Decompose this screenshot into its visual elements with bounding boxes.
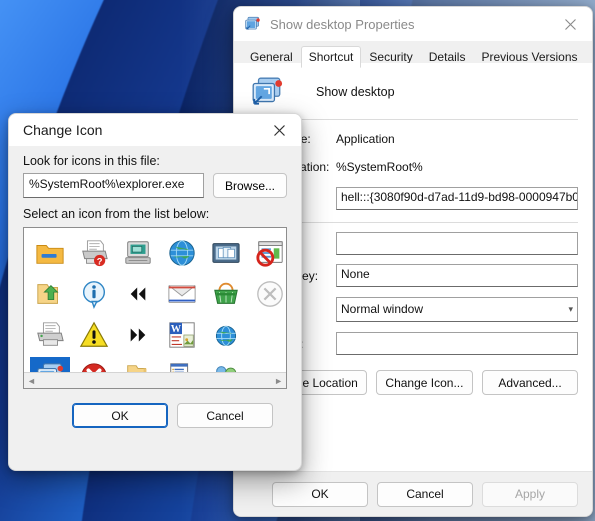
icon-cell-globe[interactable] [162,234,202,272]
window-blocked-icon [255,238,285,268]
icon-cell-display-photo[interactable] [206,234,246,272]
warning-triangle-icon [79,320,109,350]
icon-cell-warning-triangle[interactable] [74,316,114,354]
icon-cell-computer[interactable] [118,234,158,272]
apply-button: Apply [482,481,578,507]
icon-cell-folder[interactable] [30,234,70,272]
folder-icon [35,238,65,268]
icon-cell-double-arrow-right[interactable] [118,316,158,354]
icon-cell-window-blocked[interactable] [250,234,286,272]
double-arrow-left-icon [125,281,151,307]
advanced-button[interactable]: Advanced... [482,370,578,395]
target-input[interactable]: hell:::{3080f90d-d7ad-11d9-bd98-0000947b… [336,187,578,210]
change-icon-titlebar: Change Icon [9,114,301,146]
icon-cell-printer-question[interactable]: ? [74,234,114,272]
printer-icon [35,320,65,350]
shortcut-key-input[interactable]: None [336,264,578,287]
folder-open-arrow-icon [35,279,65,309]
globe-small-icon [212,321,240,349]
circle-x-icon [255,279,285,309]
icon-cell-empty [250,316,286,354]
icon-cell-folder-open-arrow[interactable] [30,275,70,313]
icon-cell-double-arrow-left[interactable] [118,275,158,313]
show-desktop-icon [244,15,262,33]
browse-button[interactable]: Browse... [213,173,287,198]
computer-icon [123,238,153,268]
horizontal-scrollbar[interactable]: ◄ ► [24,372,286,388]
shortcut-name: Show desktop [316,85,395,99]
svg-text:?: ? [97,256,103,266]
scroll-right-icon[interactable]: ► [274,376,283,386]
change-icon-title: Change Icon [23,122,103,138]
icon-cell-circle-x[interactable] [250,275,286,313]
icon-cell-shopping-basket[interactable] [206,275,246,313]
file-path-label: Look for icons in this file: [23,154,160,168]
icon-cell-envelope[interactable] [162,275,202,313]
change-icon-button[interactable]: Change Icon... [375,370,473,395]
ok-button[interactable]: OK [272,481,368,507]
ok-button[interactable]: OK [72,403,168,428]
close-icon[interactable] [548,8,592,41]
start-in-input[interactable] [336,232,578,255]
file-path-input[interactable]: %SystemRoot%\explorer.exe [23,173,204,198]
icon-cell-info-balloon[interactable] [74,275,114,313]
run-select[interactable]: Normal window ▾ [336,297,578,322]
info-balloon-icon [79,279,109,309]
properties-footer: OK Cancel Apply [234,471,592,516]
target-location-value: %SystemRoot% [336,160,423,174]
icon-grid: ? W [24,228,286,388]
properties-titlebar: Show desktop Properties [234,7,592,41]
run-select-value: Normal window [341,302,424,316]
icon-list-label: Select an icon from the list below: [23,207,210,221]
word-document-icon: W [167,320,197,350]
show-desktop-icon [250,75,284,109]
properties-title: Show desktop Properties [270,16,415,32]
icon-cell-globe-small[interactable] [206,316,246,354]
scroll-left-icon[interactable]: ◄ [27,376,36,386]
shortcut-header: Show desktop [234,63,592,119]
globe-icon [167,238,197,268]
target-type-value: Application [336,132,395,146]
cancel-button[interactable]: Cancel [177,403,273,428]
change-icon-dialog: Change Icon Look for icons in this file:… [8,113,302,471]
cancel-button[interactable]: Cancel [377,481,473,507]
file-path-row: %SystemRoot%\explorer.exe Browse... [23,173,287,198]
icon-cell-word-document[interactable]: W [162,316,202,354]
printer-question-icon: ? [79,238,109,268]
display-photo-icon [211,238,241,268]
shopping-basket-icon [211,279,241,309]
icon-list[interactable]: ? W ◄ ► [23,227,287,389]
tab-shortcut[interactable]: Shortcut [300,46,362,68]
chevron-down-icon: ▾ [568,304,573,314]
svg-text:W: W [171,324,182,335]
close-icon[interactable] [257,114,301,147]
icon-cell-printer[interactable] [30,316,70,354]
envelope-icon [167,279,197,309]
change-icon-buttons: OK Cancel [23,389,287,428]
comment-input[interactable] [336,332,578,355]
double-arrow-right-icon [125,322,151,348]
change-icon-body: Look for icons in this file: %SystemRoot… [9,146,301,428]
